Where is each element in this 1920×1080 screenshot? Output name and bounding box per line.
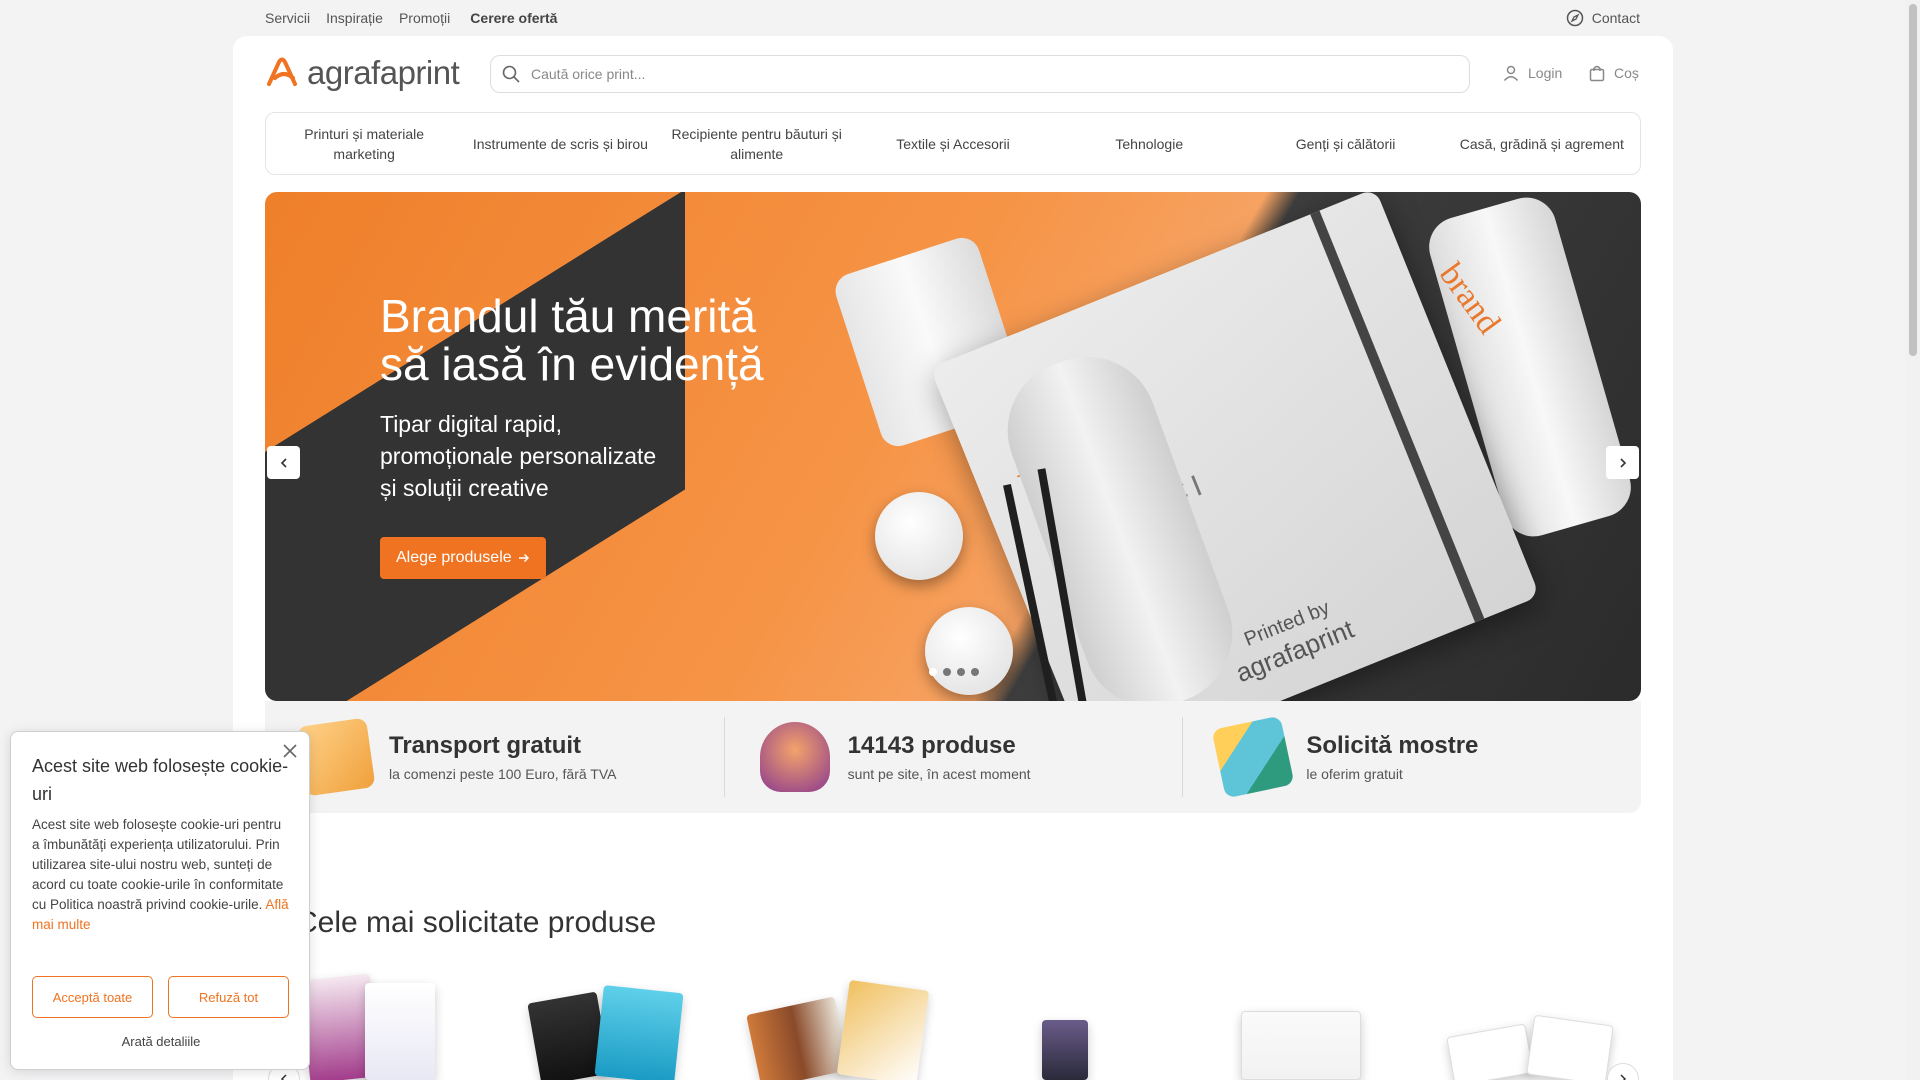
top-bar: Servicii Inspirație Promoții Cerere ofer… [0,0,1906,36]
product-image [1042,1020,1088,1080]
contact-link[interactable]: Contact [1566,9,1640,27]
product-image [1526,1014,1614,1080]
badge-mockup-2 [925,607,1013,695]
product-image [365,983,435,1080]
cookie-body: Acest site web folosește cookie-uri pent… [32,815,292,935]
benefit-title: Solicită mostre [1306,732,1479,759]
category-tehnologie[interactable]: Tehnologie [1051,113,1247,174]
hero-subtitle: Tipar digital rapid, promoționale person… [380,408,740,504]
product-card[interactable] [952,975,1181,1080]
category-printuri[interactable]: Printuri și materiale marketing [266,113,462,174]
hero-prev-button[interactable] [267,446,300,479]
accept-all-button[interactable]: Acceptă toate [32,976,153,1018]
cart-link[interactable]: Coș [1588,64,1639,82]
product-card[interactable] [1410,975,1639,1080]
hero-title-line-1: Brandul tău merită [380,290,756,342]
cookie-body-text: Acest site web folosește cookie-uri pent… [32,817,284,912]
color-swatch-icon [1211,715,1295,799]
login-link[interactable]: Login [1502,64,1562,82]
hero-subtitle-line-2: promoționale personalizate [380,443,657,469]
product-image [594,985,684,1080]
section-title: Cele mai solicitate produse [296,906,657,939]
chevron-right-icon [1620,1074,1627,1080]
bottle-brand-text: brand [1431,256,1508,341]
hero-pagination-dot[interactable] [971,668,979,676]
badge-mockup-1 [875,492,963,580]
chevron-right-icon [1619,457,1626,468]
category-instrumente[interactable]: Instrumente de scris și birou [462,113,658,174]
choose-products-button[interactable]: Alege produsele [380,537,546,579]
benefit-subtitle: sunt pe site, în acest moment [847,766,1031,782]
logo-text: agrafaprint [307,54,460,91]
products-carousel [265,973,1641,1080]
reject-all-button[interactable]: Refuză tot [168,976,289,1018]
search-icon [502,65,520,83]
category-textile[interactable]: Textile și Accesorii [855,113,1051,174]
category-genti[interactable]: Genți și călătorii [1247,113,1443,174]
topnav-cerere-oferta[interactable]: Cerere ofertă [470,10,557,26]
topnav-promotii[interactable]: Promoții [399,10,450,26]
benefit-title: 14143 produse [847,732,1016,759]
shopping-bag-icon [1589,65,1605,82]
benefit-title: Transport gratuit [389,732,582,759]
chevron-left-icon [280,1074,287,1080]
contact-label: Contact [1591,10,1640,26]
cookie-title: Acest site web folosește cookie-uri [32,756,289,804]
hero-pagination [929,668,979,676]
benefit-products: 14143 produse sunt pe site, în acest mom… [723,701,1183,813]
topnav-inspiratie[interactable]: Inspirație [326,10,383,26]
category-casa[interactable]: Casă, grădină și agrement [1444,113,1640,174]
product-image [1241,1011,1361,1080]
hero-pagination-dot[interactable] [943,668,951,676]
product-card[interactable] [1181,975,1410,1080]
hero-next-button[interactable] [1606,446,1639,479]
product-image [836,979,930,1080]
show-details-link[interactable]: Arată detaliile [11,1034,311,1049]
benefits-strip: Transport gratuit la comenzi peste 100 E… [265,701,1641,813]
page-scrollbar[interactable] [1906,0,1920,1080]
compass-icon [1566,9,1583,27]
search-input[interactable] [531,66,1431,82]
paint-pot-icon [759,722,830,792]
hero-banner: brand brandul TĂU AICI Printed by agrafa… [265,192,1641,701]
arrow-right-icon [518,553,529,563]
category-recipiente[interactable]: Recipiente pentru băuturi și alimente [659,113,855,174]
hero-pagination-dot[interactable] [957,668,965,676]
user-icon [1503,65,1519,82]
logo[interactable]: agrafaprint [265,54,460,92]
logo-mark-icon [267,57,297,86]
chevron-left-icon [280,457,287,468]
product-card[interactable] [723,975,952,1080]
product-card[interactable] [494,975,723,1080]
category-nav: Printuri și materiale marketing Instrume… [265,112,1641,175]
hero-subtitle-line-1: Tipar digital rapid, [380,411,562,437]
benefit-shipping: Transport gratuit la comenzi peste 100 E… [265,701,724,813]
search-box[interactable] [490,55,1470,93]
hero-subtitle-line-3: și soluții creative [380,475,549,501]
product-image [746,996,850,1080]
login-label: Login [1528,65,1563,81]
hero-title-line-2: să iasă în evidență [380,338,764,390]
top-nav: Servicii Inspirație Promoții Cerere ofer… [265,10,557,26]
cart-label: Coș [1614,65,1639,81]
product-image [1446,1023,1534,1080]
choose-products-label: Alege produsele [396,549,512,566]
hero-pagination-dot[interactable] [929,668,937,676]
benefit-subtitle: la comenzi peste 100 Euro, fără TVA [389,766,617,782]
cookie-consent-dialog: Acest site web folosește cookie-uri Aces… [10,731,310,1070]
scrollbar-thumb[interactable] [1909,4,1917,356]
benefit-samples: Solicită mostre le oferim gratuit [1182,701,1641,813]
benefit-subtitle: le oferim gratuit [1306,766,1403,782]
topnav-servicii[interactable]: Servicii [265,10,310,26]
hero-title: Brandul tău merită să iasă în evidență [380,292,940,388]
